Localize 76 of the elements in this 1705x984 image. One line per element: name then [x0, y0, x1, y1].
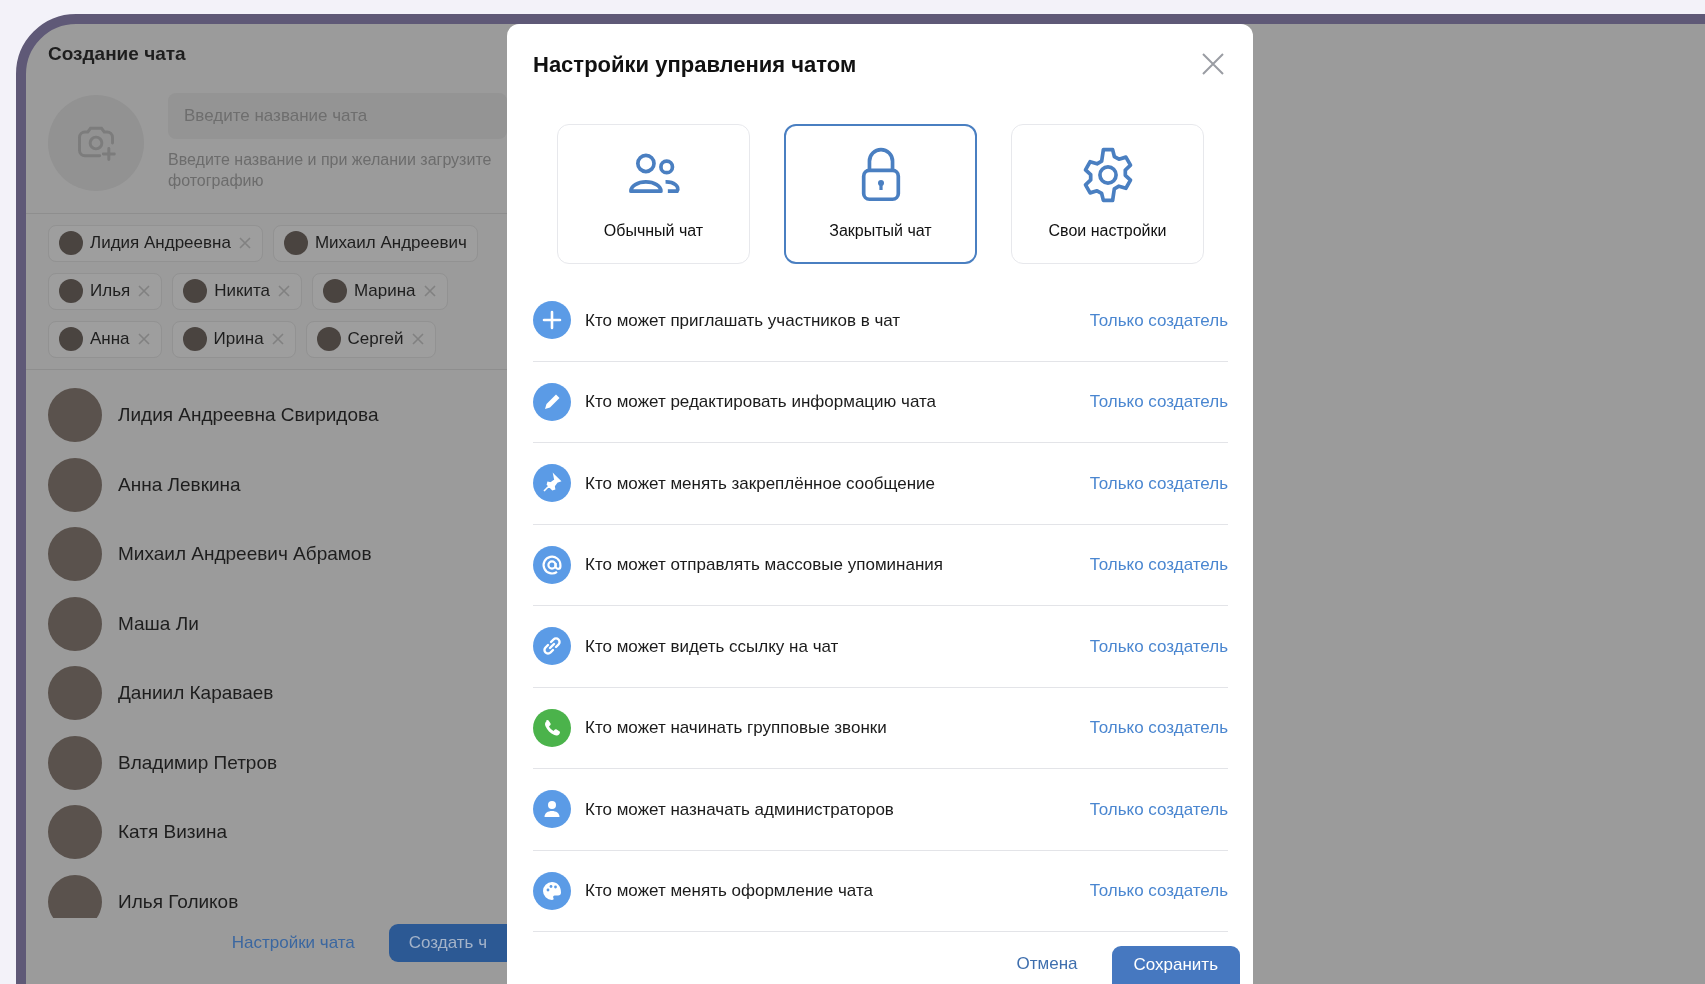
avatar-image — [48, 735, 102, 790]
avatar-image — [322, 279, 347, 303]
avatar-image — [316, 327, 341, 351]
avatar-image — [48, 805, 102, 860]
chat-type-label: Закрытый чат — [829, 221, 932, 241]
avatar-image — [48, 527, 102, 582]
permission-value-link[interactable]: Только создатель — [1089, 552, 1228, 578]
chip-name: Анна — [90, 328, 130, 351]
chat-type-label: Свои настройки — [1048, 221, 1167, 241]
avatar-image — [48, 457, 102, 512]
permission-value-link[interactable]: Только создатель — [1089, 878, 1228, 904]
create-chat-button[interactable]: Создать ч — [388, 923, 507, 962]
avatar-image — [48, 666, 102, 721]
chip-name: Никита — [214, 280, 270, 303]
permission-label: Кто может видеть ссылку на чат — [585, 635, 840, 658]
avatar-image — [183, 279, 208, 303]
avatar-image — [48, 596, 102, 651]
permission-label: Кто может отправлять массовые упоминания — [585, 554, 944, 576]
permission-label: Кто может начинать групповые звонки — [585, 717, 888, 739]
remove-icon — [137, 284, 152, 298]
remove-icon — [270, 332, 285, 346]
pencil-icon — [533, 382, 571, 421]
remove-icon — [422, 284, 437, 298]
remove-icon — [410, 332, 425, 346]
permission-value-link[interactable]: Только создатель — [1089, 307, 1228, 333]
cancel-button[interactable]: Отмена — [1016, 950, 1078, 976]
permission-value-link[interactable]: Только создатель — [1089, 796, 1228, 822]
chip-name: Лидия Андреевна — [90, 232, 231, 255]
chip-name: Илья — [90, 280, 131, 303]
pin-icon — [533, 464, 571, 503]
contact-name[interactable]: Маша Ли — [118, 609, 199, 638]
permission-label: Кто может назначать администраторов — [585, 798, 895, 821]
chip-name: Ирина — [213, 328, 264, 351]
plus-icon — [533, 301, 571, 340]
avatar-image — [48, 388, 102, 443]
permission-value-link[interactable]: Только создатель — [1089, 715, 1228, 741]
close-icon — [1200, 51, 1226, 77]
link-icon — [533, 627, 571, 666]
contact-name[interactable]: Лидия Андреевна Свиридова — [118, 401, 379, 430]
person-icon — [533, 790, 571, 829]
panel-title: Создание чата — [47, 42, 187, 66]
permission-label: Кто может менять закреплённое сообщение — [585, 472, 936, 495]
contact-name[interactable]: Михаил Андреевич Абрамов — [118, 540, 372, 569]
contact-name[interactable]: Илья Голиков — [118, 887, 239, 916]
avatar-image — [48, 874, 102, 918]
permission-value-link[interactable]: Только создатель — [1089, 470, 1228, 496]
remove-icon — [276, 284, 291, 298]
contact-name[interactable]: Даниил Караваев — [118, 679, 274, 708]
chip-name: Михаил Андреевич — [314, 232, 467, 255]
avatar-image — [283, 231, 308, 255]
chip-name: Марина — [353, 280, 416, 303]
close-button[interactable] — [1200, 51, 1226, 77]
remove-icon — [136, 332, 151, 346]
permission-value-link[interactable]: Только создатель — [1089, 389, 1228, 415]
chip-name: Сергей — [347, 328, 404, 351]
permission-label: Кто может приглашать участников в чат — [585, 309, 902, 332]
chat-type-label: Обычный чат — [603, 221, 704, 241]
contact-name[interactable]: Анна Левкина — [118, 470, 241, 499]
palette-icon — [533, 871, 571, 910]
permission-value-link[interactable]: Только создатель — [1089, 633, 1228, 659]
avatar-image — [182, 327, 207, 351]
contact-name[interactable]: Катя Визина — [118, 818, 228, 847]
avatar-image — [59, 279, 83, 303]
contact-name[interactable]: Владимир Петров — [118, 748, 278, 777]
avatar-image — [59, 231, 83, 255]
chat-type-card[interactable]: Обычный чат — [557, 124, 750, 264]
permission-label: Кто может редактировать информацию чата — [585, 391, 938, 413]
save-button[interactable]: Сохранить — [1111, 946, 1240, 984]
phone-icon — [533, 708, 571, 747]
permission-label: Кто может менять оформление чата — [585, 880, 874, 902]
remove-icon — [237, 236, 252, 250]
at-icon — [533, 545, 571, 584]
chat-type-card[interactable]: Закрытый чат — [784, 124, 977, 264]
dialog-title: Настройки управления чатом — [533, 50, 857, 79]
chat-type-card[interactable]: Свои настройки — [1011, 124, 1204, 264]
avatar-image — [59, 327, 83, 351]
